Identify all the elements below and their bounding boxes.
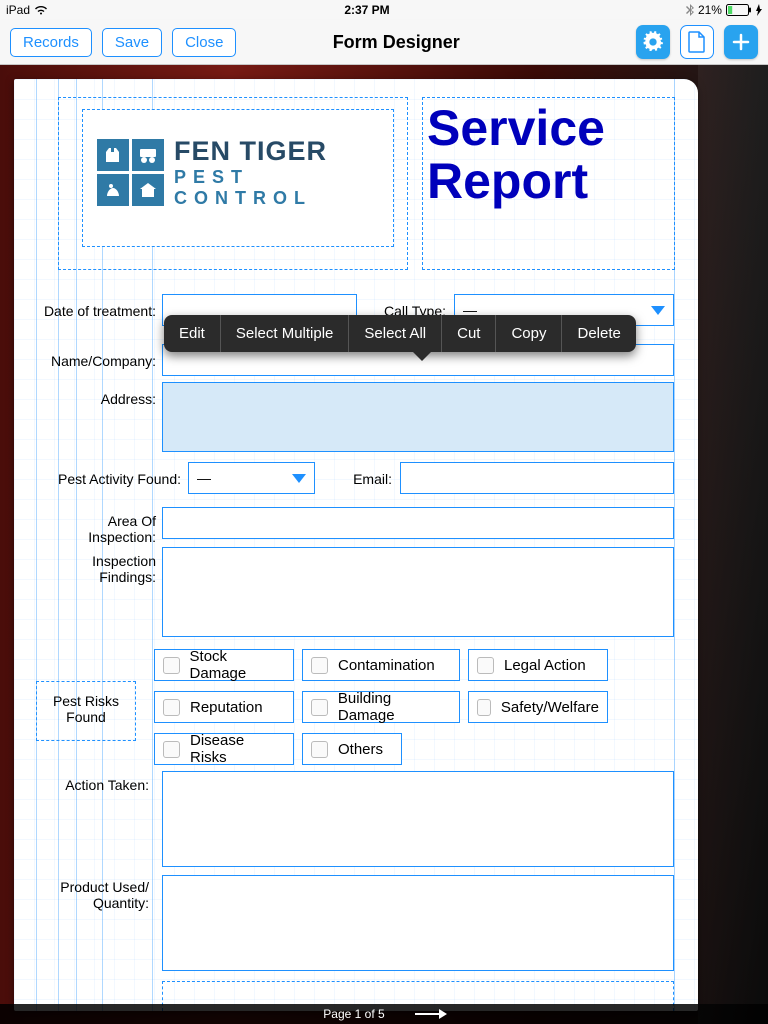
check-label: Building Damage — [338, 690, 451, 724]
field-area[interactable] — [162, 507, 674, 539]
new-page-button[interactable] — [680, 25, 714, 59]
field-email[interactable] — [400, 462, 674, 494]
label-product: Product Used/ Quantity: — [49, 879, 149, 911]
page-indicator: Page 1 of 5 — [323, 1007, 384, 1021]
field-product[interactable] — [162, 875, 674, 971]
logo-text-2: PEST CONTROL — [174, 167, 379, 209]
next-page-arrow[interactable] — [415, 1013, 445, 1015]
check-label: Safety/Welfare — [501, 699, 599, 716]
records-button[interactable]: Records — [10, 28, 92, 57]
check-others[interactable]: Others — [302, 733, 402, 765]
plus-icon — [731, 32, 751, 52]
status-time: 2:37 PM — [344, 3, 389, 17]
label-address: Address: — [64, 391, 156, 407]
add-button[interactable] — [724, 25, 758, 59]
ctx-select-all[interactable]: Select All — [349, 315, 442, 352]
label-action: Action Taken: — [49, 777, 149, 793]
bluetooth-icon — [686, 4, 694, 16]
check-legal-action[interactable]: Legal Action — [468, 649, 608, 681]
form-page[interactable]: FEN TIGER PEST CONTROL Service Report Da… — [14, 79, 698, 1011]
check-label: Legal Action — [504, 657, 586, 674]
save-button[interactable]: Save — [102, 28, 162, 57]
page-footer: Page 1 of 5 — [0, 1004, 768, 1024]
logo-element[interactable]: FEN TIGER PEST CONTROL — [82, 109, 394, 247]
dropdown-pest-activity-value: — — [197, 470, 211, 486]
label-date: Date of treatment: — [34, 303, 156, 319]
ctx-delete[interactable]: Delete — [562, 315, 635, 352]
check-disease[interactable]: Disease Risks — [154, 733, 294, 765]
check-label: Stock Damage — [190, 648, 285, 682]
field-address[interactable] — [162, 382, 674, 452]
ctx-copy[interactable]: Copy — [496, 315, 562, 352]
app-toolbar: Records Save Close Form Designer — [0, 20, 768, 65]
check-label: Contamination — [338, 657, 435, 674]
report-title[interactable]: Service Report — [422, 97, 675, 270]
ctx-edit[interactable]: Edit — [164, 315, 221, 352]
check-label: Reputation — [190, 699, 263, 716]
label-findings: Inspection Findings: — [64, 553, 156, 585]
label-name: Name/Company: — [34, 353, 156, 369]
check-contamination[interactable]: Contamination — [302, 649, 460, 681]
context-menu: Edit Select Multiple Select All Cut Copy… — [164, 315, 636, 352]
dropdown-pest-activity[interactable]: — — [188, 462, 315, 494]
field-findings[interactable] — [162, 547, 674, 637]
logo-icon — [97, 139, 164, 206]
ctx-cut[interactable]: Cut — [442, 315, 496, 352]
wifi-icon — [34, 5, 48, 15]
chevron-down-icon — [292, 474, 306, 483]
battery-icon — [726, 4, 752, 16]
ios-status-bar: iPad 2:37 PM 21% — [0, 0, 768, 20]
label-risks: Pest Risks Found — [36, 693, 136, 725]
check-label: Others — [338, 741, 383, 758]
check-safety[interactable]: Safety/Welfare — [468, 691, 608, 723]
check-building-damage[interactable]: Building Damage — [302, 691, 460, 723]
field-action[interactable] — [162, 771, 674, 867]
chevron-down-icon — [651, 306, 665, 315]
charging-icon — [756, 4, 762, 16]
toolbar-title: Form Designer — [166, 32, 626, 53]
ctx-select-multiple[interactable]: Select Multiple — [221, 315, 350, 352]
device-label: iPad — [6, 3, 30, 17]
settings-button[interactable] — [636, 25, 670, 59]
label-email: Email: — [332, 471, 392, 487]
label-area: Area Of Inspection: — [64, 513, 156, 545]
label-pest-activity: Pest Activity Found: — [26, 471, 181, 487]
check-reputation[interactable]: Reputation — [154, 691, 294, 723]
battery-pct: 21% — [698, 3, 722, 17]
gear-icon — [642, 31, 664, 53]
check-label: Disease Risks — [190, 732, 285, 766]
workspace[interactable]: FEN TIGER PEST CONTROL Service Report Da… — [0, 65, 768, 1024]
page-icon — [688, 31, 706, 53]
check-stock-damage[interactable]: Stock Damage — [154, 649, 294, 681]
logo-text-1: FEN TIGER — [174, 136, 379, 167]
